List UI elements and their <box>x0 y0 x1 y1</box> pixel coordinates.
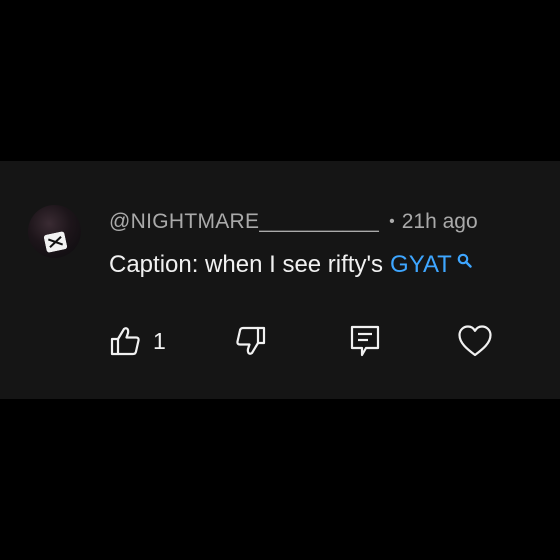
heart-button[interactable] <box>457 323 493 359</box>
search-icon[interactable] <box>457 253 472 268</box>
heart-icon <box>458 325 492 357</box>
avatar[interactable] <box>28 205 81 258</box>
comment-card: @NIGHTMARE__________ • 21h ago Caption: … <box>0 161 560 399</box>
comment-text: Caption: when I see rifty's <box>109 251 384 278</box>
like-count: 1 <box>153 327 166 354</box>
capcut-logo-icon <box>43 231 68 253</box>
comment-header: @NIGHTMARE__________ • 21h ago <box>109 208 478 236</box>
username[interactable]: @NIGHTMARE__________ <box>109 210 379 234</box>
hashtag-link[interactable]: GYAT <box>390 251 452 279</box>
timestamp: 21h ago <box>401 210 478 233</box>
like-button[interactable]: 1 <box>109 323 166 359</box>
thumbs-down-icon <box>236 326 266 355</box>
reply-icon <box>350 325 380 357</box>
dislike-button[interactable] <box>233 323 267 359</box>
comment-body: Caption: when I see rifty's GYAT <box>109 251 472 279</box>
separator-dot: • <box>389 213 395 230</box>
comment-actions: 1 <box>109 323 509 359</box>
reply-button[interactable] <box>349 323 381 359</box>
thumbs-up-icon <box>110 327 140 356</box>
